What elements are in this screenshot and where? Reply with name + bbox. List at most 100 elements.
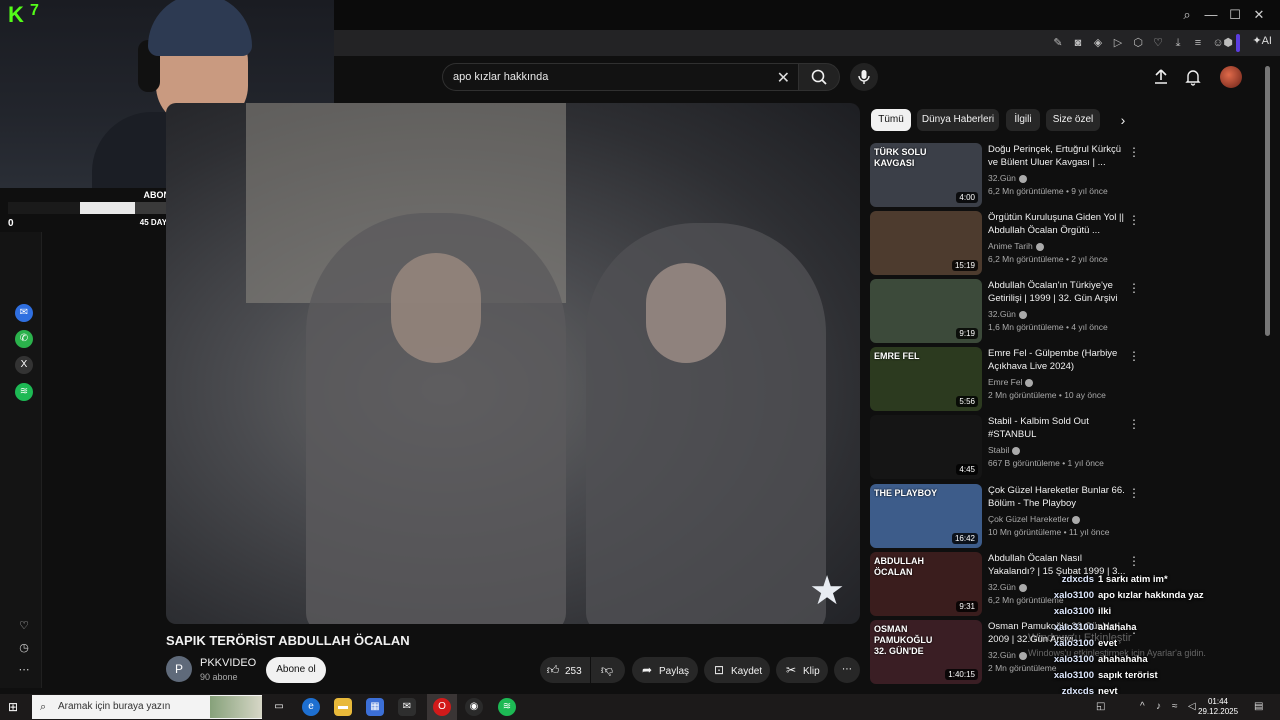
wifi-icon[interactable]: ≈: [1172, 701, 1178, 712]
more-vertical-icon[interactable]: ⋮: [1128, 281, 1140, 295]
microphone-icon[interactable]: ♪: [1156, 701, 1161, 712]
store-icon[interactable]: ▦: [366, 698, 384, 716]
recommendation-item[interactable]: 15:19 Örgütün Kuruluşuna Giden Yol || Abd…: [870, 211, 1140, 275]
play-icon[interactable]: ▷: [1110, 35, 1126, 51]
more-vertical-icon[interactable]: ⋮: [1128, 145, 1140, 159]
clip-button[interactable]: ✂ Klip: [776, 657, 828, 683]
chevron-right-icon[interactable]: ›: [1114, 110, 1132, 130]
recommendation-item[interactable]: TÜRK SOLU KAVGASI 4:00 Doğu Perinçek, Ertu…: [870, 143, 1140, 207]
more-actions-button[interactable]: ⋯: [834, 657, 860, 683]
search-input[interactable]: apo kızlar hakkında: [453, 71, 548, 83]
more-vertical-icon[interactable]: ⋮: [1128, 417, 1140, 431]
channel-avatar[interactable]: P: [166, 656, 192, 682]
video-thumbnail[interactable]: 9:19: [870, 279, 982, 343]
chat-username[interactable]: xalo3100: [1040, 670, 1094, 681]
chevron-up-icon[interactable]: ^: [1140, 701, 1145, 712]
search-box[interactable]: apo kızlar hakkında ✕: [442, 63, 798, 91]
history-icon[interactable]: ◷: [16, 640, 32, 656]
menu-icon[interactable]: ≡: [1190, 35, 1206, 51]
notifications-icon[interactable]: ▤: [1254, 701, 1263, 712]
recommendation-item[interactable]: EMRE FEL 5:56 Emre Fel - Gülpembe (Harbiye…: [870, 347, 1140, 411]
chip-world-news[interactable]: Dünya Haberleri: [917, 109, 999, 131]
recommendation-channel[interactable]: Emre Fel: [988, 377, 1022, 387]
heart-icon[interactable]: ♡: [16, 618, 32, 634]
opera-icon[interactable]: O: [433, 698, 451, 716]
recommendation-item[interactable]: 4:45 Stabil - Kalbim Sold Out #STANBUL Sta…: [870, 415, 1140, 479]
volume-icon[interactable]: ◁: [1188, 701, 1196, 712]
recommendation-title[interactable]: Emre Fel - Gülpembe (Harbiye Açıkhava Li…: [988, 347, 1126, 373]
video-thumbnail[interactable]: OSMAN PAMUKOĞLU 32. GÜN'DE 1:40:15: [870, 620, 982, 684]
subscribe-button[interactable]: Abone ol: [266, 657, 326, 683]
taskbar-search-box[interactable]: ⌕ Aramak için buraya yazın: [32, 695, 262, 719]
search-button[interactable]: [798, 63, 840, 91]
edit-icon[interactable]: ✎: [1050, 35, 1066, 51]
recommendation-title[interactable]: Stabil - Kalbim Sold Out #STANBUL: [988, 415, 1126, 441]
recommendation-channel[interactable]: 32.Gün: [988, 309, 1016, 319]
shield-icon[interactable]: ◈: [1090, 35, 1106, 51]
download-icon[interactable]: ⤓: [1170, 35, 1186, 51]
recommendation-channel[interactable]: Stabil: [988, 445, 1009, 455]
chat-username[interactable]: xalo3100: [1040, 622, 1094, 633]
chat-username[interactable]: zdxcds: [1040, 574, 1094, 585]
recommendation-title[interactable]: Doğu Perinçek, Ertuğrul Kürkçü ve Bülent…: [988, 143, 1126, 169]
mail-icon[interactable]: ✉: [398, 698, 416, 716]
edge-icon[interactable]: e: [302, 698, 320, 716]
maximize-icon[interactable]: ☐: [1226, 6, 1244, 24]
more-vertical-icon[interactable]: ⋮: [1128, 554, 1140, 568]
recommendation-channel[interactable]: 32.Gün: [988, 582, 1016, 592]
chat-username[interactable]: xalo3100: [1040, 654, 1094, 665]
recommendation-title[interactable]: Abdullah Öcalan'ın Türkiye'ye Getirilişi…: [988, 279, 1126, 305]
chat-username[interactable]: xalo3100: [1040, 606, 1094, 617]
whatsapp-icon[interactable]: ✆: [15, 330, 33, 348]
more-vertical-icon[interactable]: ⋮: [1128, 486, 1140, 500]
chip-for-you[interactable]: Size özel: [1046, 109, 1100, 131]
minimize-icon[interactable]: —: [1202, 6, 1220, 24]
task-view-icon[interactable]: ▭: [270, 698, 288, 716]
chip-all[interactable]: Tümü: [871, 109, 911, 131]
more-vertical-icon[interactable]: ⋮: [1128, 213, 1140, 227]
file-explorer-icon[interactable]: ▬: [334, 698, 352, 716]
recommendation-channel[interactable]: Çok Güzel Hareketler: [988, 514, 1069, 524]
network-icon[interactable]: ◱: [1096, 701, 1105, 712]
spotify-icon[interactable]: ≋: [498, 698, 516, 716]
chat-username[interactable]: xalo3100: [1040, 590, 1094, 601]
more-vertical-icon[interactable]: ⋮: [1128, 349, 1140, 363]
obs-icon[interactable]: ◉: [465, 698, 483, 716]
clear-search-icon[interactable]: ✕: [777, 68, 790, 88]
voice-search-button[interactable]: [850, 63, 878, 91]
x-icon[interactable]: X: [15, 356, 33, 374]
more-icon[interactable]: ⋯: [16, 662, 32, 678]
video-thumbnail[interactable]: TÜRK SOLU KAVGASI 4:00: [870, 143, 982, 207]
ai-icon[interactable]: ✦AI: [1252, 34, 1272, 47]
spotify-icon[interactable]: ≋: [15, 383, 33, 401]
chip-related[interactable]: İlgili: [1006, 109, 1040, 131]
recommendation-channel[interactable]: Anime Tarih: [988, 241, 1033, 251]
camera-icon[interactable]: ◙: [1070, 35, 1086, 51]
notifications-bell-icon[interactable]: [1183, 67, 1203, 87]
recommendation-channel[interactable]: 32.Gün: [988, 173, 1016, 183]
windows-start-icon[interactable]: ⊞: [8, 699, 24, 715]
page-scrollbar[interactable]: [1265, 66, 1270, 336]
recommendation-item[interactable]: 9:19 Abdullah Öcalan'ın Türkiye'ye Getiri…: [870, 279, 1140, 343]
search-icon[interactable]: ⌕: [1178, 6, 1196, 24]
cube-icon[interactable]: ⬡: [1130, 35, 1146, 51]
video-thumbnail[interactable]: THE PLAYBOY 16:42: [870, 484, 982, 548]
recommendation-channel[interactable]: 32.Gün: [988, 650, 1016, 660]
share-button[interactable]: ➦ Paylaş: [632, 657, 698, 683]
video-player[interactable]: ★: [166, 103, 860, 624]
recommendation-item[interactable]: THE PLAYBOY 16:42 Çok Güzel Hareketler Bun…: [870, 484, 1140, 548]
recommendation-title[interactable]: Örgütün Kuruluşuna Giden Yol || Abdullah…: [988, 211, 1126, 237]
upload-icon[interactable]: [1151, 67, 1171, 87]
account-avatar[interactable]: [1220, 66, 1242, 88]
messenger-icon[interactable]: ✉: [15, 304, 33, 322]
dislike-button[interactable]: 👎︎: [591, 657, 625, 683]
video-thumbnail[interactable]: ABDULLAH ÖCALAN 9:31: [870, 552, 982, 616]
recommendation-title[interactable]: Çok Güzel Hareketler Bunlar 66. Bölüm - …: [988, 484, 1126, 510]
like-button[interactable]: 👍︎ 253: [540, 657, 590, 683]
video-thumbnail[interactable]: 4:45: [870, 415, 982, 479]
taskbar-clock[interactable]: 01:44 29.12.2025: [1198, 697, 1238, 717]
heart-icon[interactable]: ♡: [1150, 35, 1166, 51]
save-button[interactable]: ⊡ Kaydet: [704, 657, 770, 683]
channel-name[interactable]: PKKVIDEO: [200, 657, 256, 669]
chat-username[interactable]: xalo3100: [1040, 638, 1094, 649]
